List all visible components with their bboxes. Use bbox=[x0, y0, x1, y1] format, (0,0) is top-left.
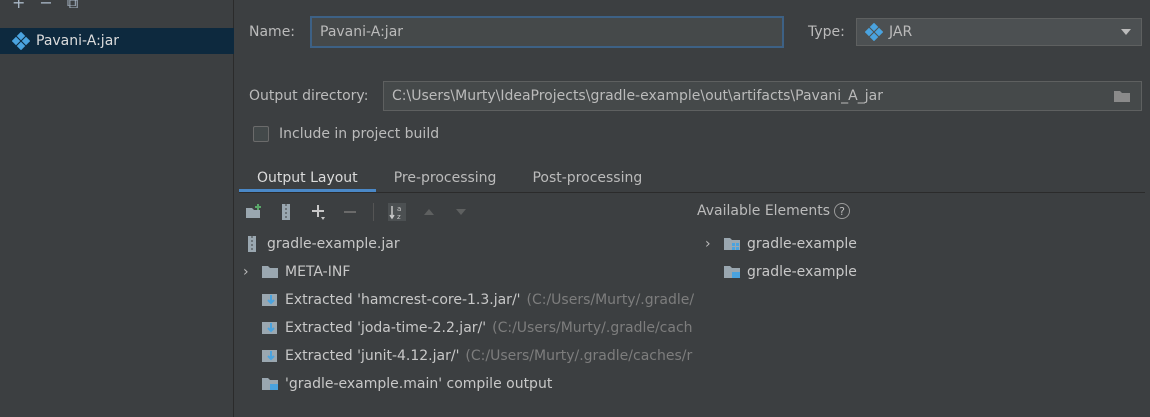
name-input[interactable]: Pavani-A:jar bbox=[310, 16, 784, 48]
extracted-archive-icon bbox=[262, 350, 277, 362]
list-item-label: Extracted 'joda-time-2.2.jar/' bbox=[285, 320, 487, 336]
type-select-value: JAR bbox=[889, 24, 913, 40]
list-item-label: gradle-example.jar bbox=[267, 236, 400, 252]
chevron-right-icon[interactable]: › bbox=[705, 236, 717, 252]
output-directory-label: Output directory: bbox=[249, 88, 369, 104]
add-copy-icon[interactable] bbox=[309, 203, 327, 221]
module-output-icon bbox=[262, 378, 278, 390]
tabs-divider bbox=[239, 192, 1145, 193]
list-item-label: META-INF bbox=[285, 264, 351, 280]
jar-artifact-icon bbox=[12, 32, 30, 50]
copy-artifact-button[interactable]: ⧉ bbox=[67, 0, 78, 10]
module-output-icon bbox=[724, 266, 740, 278]
list-item-path: (C:/Users/Murty/.gradle/cach bbox=[492, 320, 693, 336]
type-select[interactable]: JAR bbox=[856, 18, 1142, 46]
svg-text:z: z bbox=[397, 213, 401, 221]
include-in-build-checkbox[interactable] bbox=[253, 126, 269, 142]
output-layout-tree: gradle-example.jar › META-INF Extracted … bbox=[243, 230, 698, 398]
list-item[interactable]: Extracted 'hamcrest-core-1.3.jar/' (C:/U… bbox=[243, 286, 698, 314]
remove-icon[interactable] bbox=[341, 203, 359, 221]
module-icon bbox=[724, 238, 740, 250]
chevron-right-icon[interactable]: › bbox=[243, 264, 255, 280]
move-up-icon[interactable] bbox=[420, 203, 438, 221]
list-item[interactable]: 'gradle-example.main' compile output bbox=[243, 370, 698, 398]
jar-file-icon bbox=[248, 236, 256, 252]
list-item-label: Extracted 'junit-4.12.jar/' bbox=[285, 348, 460, 364]
list-item[interactable]: › gradle-example bbox=[705, 230, 857, 258]
add-artifact-button[interactable]: + bbox=[12, 0, 25, 10]
tab-output-layout[interactable]: Output Layout bbox=[239, 160, 376, 192]
include-in-build-label: Include in project build bbox=[279, 126, 440, 142]
extracted-archive-icon bbox=[262, 294, 277, 306]
artifacts-toolbar: + − ⧉ bbox=[0, 0, 234, 22]
list-item[interactable]: gradle-example.jar bbox=[243, 230, 698, 258]
name-label: Name: bbox=[249, 24, 296, 40]
name-input-value: Pavani-A:jar bbox=[320, 24, 404, 40]
artifact-item[interactable]: Pavani-A:jar bbox=[0, 28, 234, 54]
sort-alphabetically-icon[interactable]: a z bbox=[388, 203, 406, 221]
list-item[interactable]: gradle-example bbox=[705, 258, 857, 286]
remove-artifact-button[interactable]: − bbox=[39, 0, 52, 10]
svg-text:a: a bbox=[397, 205, 401, 213]
artifacts-panel: + − ⧉ Pavani-A:jar bbox=[0, 0, 234, 417]
list-item-label: Extracted 'hamcrest-core-1.3.jar/' bbox=[285, 292, 521, 308]
list-item[interactable]: Extracted 'joda-time-2.2.jar/' (C:/Users… bbox=[243, 314, 698, 342]
create-archive-icon[interactable] bbox=[277, 203, 295, 221]
layout-tabs: Output Layout Pre-processing Post-proces… bbox=[239, 160, 660, 192]
tab-pre-processing[interactable]: Pre-processing bbox=[376, 160, 515, 192]
artifact-item-label: Pavani-A:jar bbox=[36, 33, 120, 49]
list-item-label: gradle-example bbox=[747, 264, 857, 280]
available-elements-label: Available Elements ? bbox=[697, 203, 851, 219]
folder-icon bbox=[262, 266, 278, 278]
layout-toolbar: a z bbox=[245, 200, 470, 224]
tab-post-processing[interactable]: Post-processing bbox=[514, 160, 660, 192]
artifact-settings: Name: Pavani-A:jar Type: JAR Output dire… bbox=[235, 0, 1150, 417]
extracted-archive-icon bbox=[262, 322, 277, 334]
help-icon[interactable]: ? bbox=[834, 203, 851, 219]
list-item-label: 'gradle-example.main' compile output bbox=[285, 376, 553, 392]
list-item[interactable]: › META-INF bbox=[243, 258, 698, 286]
list-item-path: (C:/Users/Murty/.gradle/ bbox=[526, 292, 695, 308]
type-label: Type: bbox=[808, 24, 845, 40]
toolbar-separator bbox=[373, 203, 374, 221]
list-item-path: (C:/Users/Murty/.gradle/caches/r bbox=[465, 348, 693, 364]
jar-type-icon bbox=[865, 23, 883, 41]
move-down-icon[interactable] bbox=[452, 203, 470, 221]
chevron-down-icon bbox=[1121, 29, 1131, 35]
output-directory-value: C:\Users\Murty\IdeaProjects\gradle-examp… bbox=[392, 88, 883, 104]
new-directory-icon[interactable] bbox=[245, 203, 263, 221]
output-directory-input[interactable]: C:\Users\Murty\IdeaProjects\gradle-examp… bbox=[383, 81, 1142, 111]
list-item-label: gradle-example bbox=[747, 236, 857, 252]
folder-icon[interactable] bbox=[1113, 89, 1131, 103]
available-elements-tree: › gradle-example gradle-example bbox=[705, 230, 857, 286]
list-item[interactable]: Extracted 'junit-4.12.jar/' (C:/Users/Mu… bbox=[243, 342, 698, 370]
available-elements-text: Available Elements bbox=[697, 203, 831, 219]
